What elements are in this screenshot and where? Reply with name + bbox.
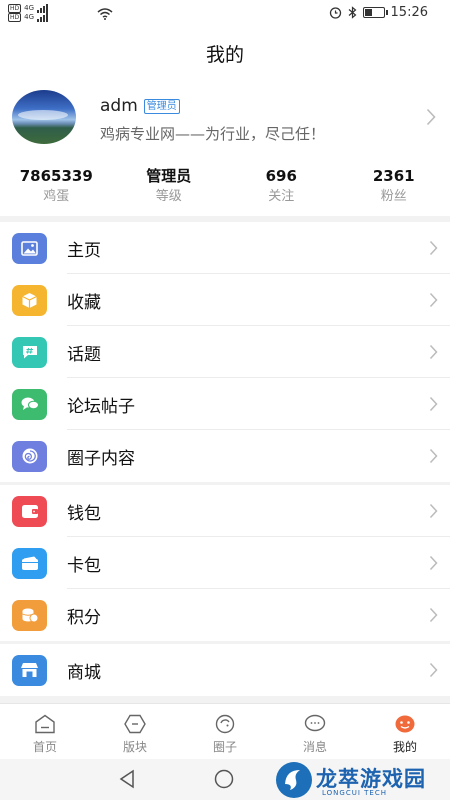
stat-eggs[interactable]: 7865339 鸡蛋 xyxy=(0,166,113,212)
alarm-icon xyxy=(329,7,341,19)
menu-item-label: 收藏 xyxy=(67,292,101,313)
menu-item-label: 论坛帖子 xyxy=(67,396,135,417)
circle-swirl-icon xyxy=(12,440,47,472)
chevron-right-icon xyxy=(429,292,438,308)
chevron-right-icon xyxy=(429,344,438,360)
tab-circles[interactable]: 圈子 xyxy=(180,704,270,759)
menu-item-label: 主页 xyxy=(67,240,101,261)
chevron-right-icon[interactable] xyxy=(426,108,436,126)
home-icon xyxy=(35,714,55,734)
hashtag-icon xyxy=(12,336,47,368)
store-icon xyxy=(12,654,47,686)
page-title: 我的 xyxy=(205,44,244,66)
stat-value: 7865339 xyxy=(19,167,93,185)
chevron-right-icon xyxy=(429,555,438,571)
role-badge: 管理员 xyxy=(143,98,180,114)
stat-label: 粉丝 xyxy=(380,189,407,204)
wifi-icon xyxy=(97,8,113,20)
avatar[interactable] xyxy=(12,90,76,144)
stat-label: 等级 xyxy=(155,189,182,204)
stat-level[interactable]: 管理员 等级 xyxy=(113,166,226,212)
profile-card: adm 管理员 鸡病专业网——为行业，尽己任！ 7865339 鸡蛋 管理员 等… xyxy=(0,82,450,216)
network-type: 4G xyxy=(24,13,35,21)
menu-item-homepage[interactable]: 主页 xyxy=(0,222,450,274)
bluetooth-icon xyxy=(348,6,356,19)
stat-following[interactable]: 696 关注 xyxy=(225,166,338,212)
tab-messages[interactable]: 消息 xyxy=(270,704,360,759)
chevron-right-icon xyxy=(429,396,438,412)
stat-value: 2361 xyxy=(372,167,415,185)
hexagon-icon xyxy=(124,714,146,734)
chevron-right-icon xyxy=(429,240,438,256)
back-icon[interactable] xyxy=(118,769,136,789)
menu-item-points[interactable]: 积分 xyxy=(0,589,450,641)
signal-icon xyxy=(37,4,49,13)
network-type: 4G xyxy=(24,4,35,12)
watermark-logo: 龙萃游戏园 LONGCUI TECH xyxy=(276,762,446,798)
chevron-right-icon xyxy=(429,607,438,623)
menu-item-label: 话题 xyxy=(67,344,101,365)
tab-label: 我的 xyxy=(392,740,417,754)
tab-label: 消息 xyxy=(302,740,327,754)
menu-item-label: 卡包 xyxy=(67,555,101,576)
stat-label: 鸡蛋 xyxy=(43,189,70,204)
coins-icon xyxy=(12,599,47,631)
menu-item-label: 圈子内容 xyxy=(67,448,135,469)
page-header: 我的 xyxy=(0,28,450,82)
stat-value: 696 xyxy=(265,167,297,185)
message-icon xyxy=(304,714,326,732)
menu-item-wallet[interactable]: 钱包 xyxy=(0,485,450,537)
home-button-icon[interactable] xyxy=(214,769,234,789)
tab-sections[interactable]: 版块 xyxy=(90,704,180,759)
user-bio: 鸡病专业网——为行业，尽己任！ xyxy=(100,125,326,143)
chevron-right-icon xyxy=(429,448,438,464)
watermark-subtitle: LONGCUI TECH xyxy=(322,789,387,797)
menu-group-assets: 钱包 卡包 积分 xyxy=(0,485,450,641)
menu-group-shop: 商城 xyxy=(0,644,450,696)
box-icon xyxy=(12,284,47,316)
username: adm xyxy=(100,96,138,116)
menu-item-label: 钱包 xyxy=(67,503,101,524)
stat-label: 关注 xyxy=(268,189,295,204)
wallet-icon xyxy=(12,495,47,527)
menu-item-label: 积分 xyxy=(67,607,101,628)
clock: 15:26 xyxy=(390,5,428,20)
menu-item-circle-content[interactable]: 圈子内容 xyxy=(0,430,450,482)
menu-item-topics[interactable]: 话题 xyxy=(0,326,450,378)
chevron-right-icon xyxy=(429,503,438,519)
bottom-tab-bar: 首页 版块 圈子 消息 我的 xyxy=(0,703,450,759)
signal-indicators: HD 4G HD 4G xyxy=(8,4,49,22)
system-navigation-bar: 龙萃游戏园 LONGCUI TECH xyxy=(0,759,450,800)
status-right: 15:26 xyxy=(329,5,428,20)
signal-icon xyxy=(37,13,49,22)
battery-icon xyxy=(362,7,388,18)
tab-label: 首页 xyxy=(32,740,57,754)
tab-label: 版块 xyxy=(122,740,147,754)
chevron-right-icon xyxy=(429,662,438,678)
menu-item-forum-posts[interactable]: 论坛帖子 xyxy=(0,378,450,430)
tab-home[interactable]: 首页 xyxy=(0,704,90,759)
menu-item-card-wallet[interactable]: 卡包 xyxy=(0,537,450,589)
menu-group-content: 主页 收藏 话题 论坛帖子 圈子内容 xyxy=(0,222,450,482)
menu-item-favorites[interactable]: 收藏 xyxy=(0,274,450,326)
hd-badge: HD xyxy=(8,13,22,22)
tab-me[interactable]: 我的 xyxy=(360,704,450,759)
tab-label: 圈子 xyxy=(212,740,237,754)
stat-value: 管理员 xyxy=(146,167,192,185)
circle-icon xyxy=(215,714,235,734)
user-name-row[interactable]: adm 管理员 xyxy=(100,96,180,116)
chat-bubbles-icon xyxy=(12,388,47,420)
image-icon xyxy=(12,232,47,264)
hd-badge: HD xyxy=(8,4,22,13)
menu-item-store[interactable]: 商城 xyxy=(0,644,450,696)
profile-stats: 7865339 鸡蛋 管理员 等级 696 关注 2361 粉丝 xyxy=(0,166,450,212)
longcui-logo-icon xyxy=(276,762,312,798)
menu-item-label: 商城 xyxy=(67,662,101,683)
status-bar: HD 4G HD 4G 15:26 xyxy=(0,0,450,28)
user-icon xyxy=(395,715,415,733)
card-icon xyxy=(12,547,47,579)
stat-followers[interactable]: 2361 粉丝 xyxy=(338,166,450,212)
